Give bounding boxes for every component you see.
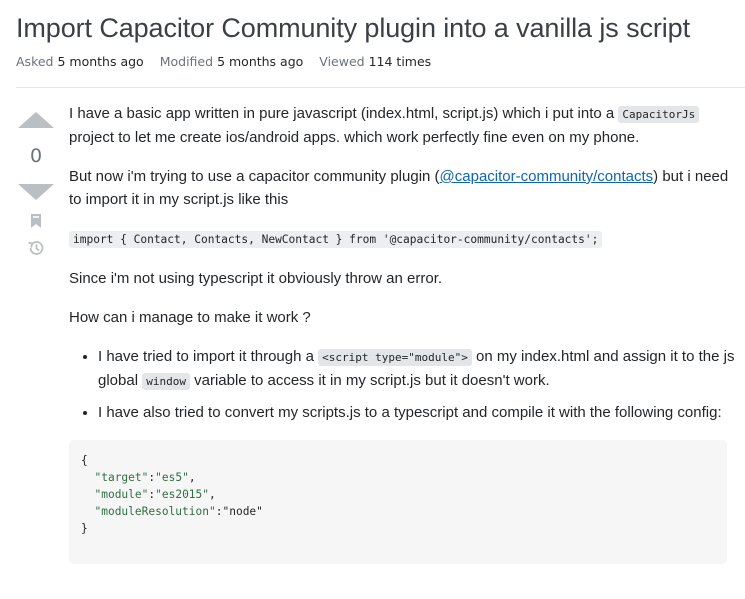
bookmark-icon[interactable] — [30, 213, 42, 229]
question-title[interactable]: Import Capacitor Community plugin into a… — [16, 9, 690, 47]
downvote-arrow-icon[interactable] — [18, 184, 54, 200]
import-statement-code: import { Contact, Contacts, NewContact }… — [69, 231, 603, 248]
paragraph-question: How can i manage to make it work ? — [69, 309, 311, 326]
code-token: "target" — [94, 471, 149, 484]
paragraph-error: Since i'm not using typescript it obviou… — [69, 270, 443, 287]
code-token: } — [81, 522, 88, 535]
asked-value[interactable]: 5 months ago — [57, 54, 143, 69]
modified-label: Modified — [159, 54, 214, 69]
vote-score: 0 — [29, 145, 43, 167]
code-token: { — [81, 454, 88, 467]
code-token: "es2015" — [155, 488, 210, 501]
paragraph-intro: I have a basic app written in pure javas… — [69, 102, 739, 149]
asked-info: Asked 5 months ago — [16, 54, 144, 69]
modified-info: Modified 5 months ago — [160, 54, 304, 69]
inline-code-script-tag: <script type="module"> — [318, 349, 472, 366]
import-code-line: import { Contact, Contacts, NewContact }… — [69, 227, 739, 251]
inline-code-capacitorjs: CapacitorJs — [618, 106, 700, 123]
paragraph-plugin: But now i'm trying to use a capacitor co… — [69, 165, 739, 211]
tsconfig-code-block: { "target":"es5", "module":"es2015", "mo… — [69, 440, 727, 564]
vote-cell: 0 — [18, 112, 54, 257]
question-meta: Asked 5 months ago Modified 5 months ago V… — [16, 54, 431, 69]
viewed-label: Viewed — [319, 54, 365, 69]
code-token: "es5" — [155, 471, 189, 484]
code-token: "node" — [222, 505, 263, 518]
viewed-info: Viewed 114 times — [319, 54, 431, 69]
text: I have a basic app written in pure javas… — [69, 105, 619, 122]
attempts-list: I have tried to import it through a <scr… — [69, 345, 739, 424]
code-token: "module" — [94, 488, 149, 501]
viewed-value: 114 times — [368, 54, 432, 69]
text: But now i'm trying to use a capacitor co… — [69, 168, 440, 185]
list-item: I have tried to import it through a <scr… — [98, 345, 739, 393]
modified-value[interactable]: 5 months ago — [217, 54, 303, 69]
code-token: "moduleResolution" — [94, 505, 216, 518]
upvote-arrow-icon[interactable] — [18, 112, 54, 128]
history-icon[interactable] — [27, 239, 45, 257]
text: project to let me create ios/android app… — [69, 129, 640, 146]
header-divider — [16, 87, 745, 88]
text: I have also tried to convert my scripts.… — [98, 404, 722, 421]
question-body: I have a basic app written in pure javas… — [69, 102, 739, 564]
asked-label: Asked — [16, 54, 54, 69]
inline-code-window: window — [142, 373, 190, 390]
plugin-link[interactable]: @capacitor-community/contacts — [440, 168, 654, 185]
text: variable to access it in my script.js bu… — [189, 372, 550, 389]
text: I have tried to import it through a — [98, 348, 319, 365]
list-item: I have also tried to convert my scripts.… — [98, 401, 739, 424]
